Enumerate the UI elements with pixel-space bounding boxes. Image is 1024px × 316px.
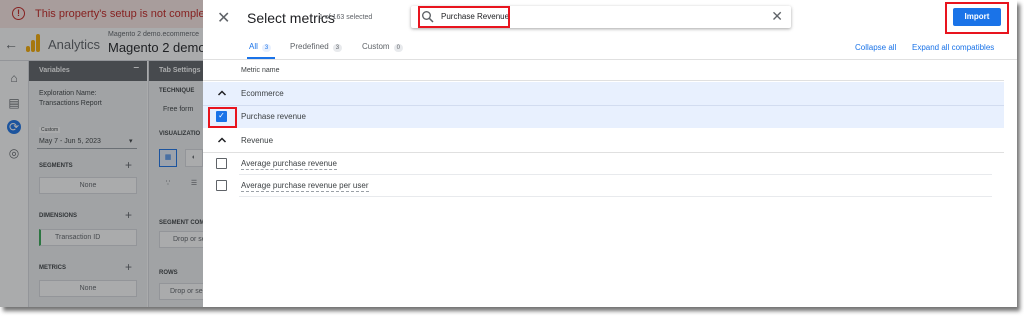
metric-name-column-header: Metric name <box>241 67 280 74</box>
list-item[interactable]: Average purchase revenue <box>203 153 1004 175</box>
modal-scrim[interactable] <box>0 0 203 307</box>
tab-all[interactable]: All 3 <box>249 42 272 52</box>
group-label: Revenue <box>241 136 274 145</box>
clear-icon[interactable]: ✕ <box>771 8 783 25</box>
metric-label: Purchase revenue <box>241 112 306 121</box>
select-metrics-panel: ✕ Select metrics 1 of 163 selected Purch… <box>203 0 1017 307</box>
checkbox[interactable] <box>216 180 227 191</box>
selected-count: 1 of 163 selected <box>319 14 373 21</box>
screenshot-frame: ! This property's setup is not complete.… <box>0 0 1017 307</box>
scrollbar-track[interactable] <box>1004 60 1017 307</box>
group-ecommerce[interactable]: Ecommerce <box>203 82 1004 106</box>
checkbox[interactable] <box>216 158 227 169</box>
import-highlight-box <box>945 2 1009 34</box>
metric-label: Average purchase revenue per user <box>241 181 369 192</box>
row-divider <box>239 196 992 197</box>
checkbox-highlight-box <box>208 107 237 128</box>
collapse-all-link[interactable]: Collapse all <box>855 43 896 52</box>
chevron-up-icon <box>217 137 227 143</box>
tab-custom[interactable]: Custom 0 <box>362 42 403 52</box>
column-header-divider <box>203 80 1004 81</box>
list-item[interactable]: Average purchase revenue per user <box>203 175 1004 197</box>
chevron-up-icon <box>217 90 227 96</box>
tabs-divider <box>203 59 1017 60</box>
close-icon[interactable]: ✕ <box>217 8 230 28</box>
expand-all-compatibles-link[interactable]: Expand all compatibles <box>912 43 994 52</box>
group-label: Ecommerce <box>241 89 284 98</box>
metric-label: Average purchase revenue <box>241 159 337 170</box>
group-revenue[interactable]: Revenue <box>203 129 1004 153</box>
tab-predefined[interactable]: Predefined 3 <box>290 42 343 52</box>
list-item[interactable]: ✓ Purchase revenue <box>203 106 1004 128</box>
search-highlight-box <box>418 6 510 28</box>
